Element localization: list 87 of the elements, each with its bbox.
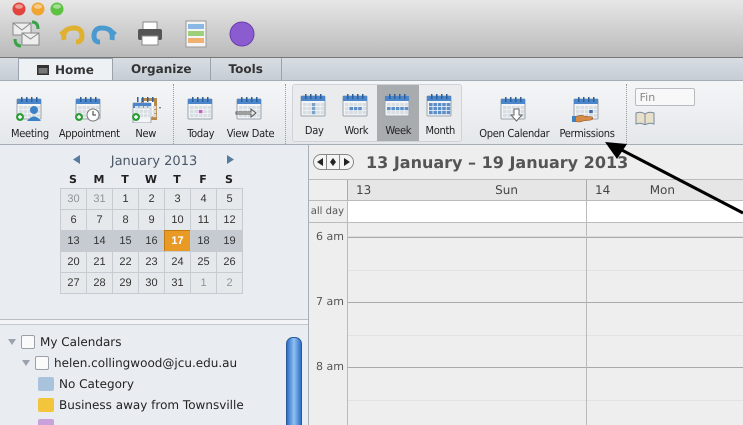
time-slot[interactable]	[586, 237, 743, 302]
today-button[interactable]	[327, 155, 340, 169]
ribbon-button[interactable]: Day	[293, 85, 336, 141]
day-cell[interactable]: 24	[164, 251, 191, 273]
ribbon-button[interactable]: Today	[180, 84, 222, 144]
ribbon-button[interactable]: Appointment	[54, 84, 125, 144]
day-cell[interactable]: 19	[216, 230, 243, 252]
day-cell[interactable]: 29	[112, 272, 139, 294]
day-cell[interactable]: 3	[164, 188, 191, 210]
book-icon[interactable]	[634, 111, 655, 125]
checkbox[interactable]	[21, 334, 35, 348]
time-slot[interactable]	[586, 302, 743, 367]
day-cell[interactable]: 14	[86, 230, 113, 252]
ribbon-button[interactable]: Work	[335, 85, 378, 141]
checkbox[interactable]	[35, 356, 49, 370]
day-cell[interactable]: 7	[86, 209, 113, 231]
day-number: 13	[356, 182, 372, 199]
day-cell[interactable]: 5	[216, 188, 243, 210]
printer-icon[interactable]	[136, 20, 164, 48]
weekday-label: S	[224, 172, 234, 188]
day-cell[interactable]: 31	[164, 272, 191, 294]
close-button[interactable]	[12, 2, 26, 16]
tab[interactable]: Organize	[112, 58, 211, 80]
day-cell[interactable]: 21	[86, 251, 113, 273]
day-cell[interactable]: 15	[112, 230, 139, 252]
weekday-label: S	[68, 172, 78, 188]
day-cell[interactable]: 16	[138, 230, 165, 252]
day-cell[interactable]: 26	[216, 251, 243, 273]
ribbon-button[interactable]: Month	[419, 85, 462, 141]
next-month-button[interactable]	[227, 155, 236, 167]
minimize-button[interactable]	[31, 2, 45, 16]
week-title: 13 January – 19 January 2013	[366, 152, 628, 172]
month-title: January 2013	[110, 154, 198, 168]
diamond-icon	[330, 158, 336, 166]
day-cell[interactable]: 1	[112, 188, 139, 210]
day-cell[interactable]: 23	[138, 251, 165, 273]
day-cell[interactable]: 2	[138, 188, 165, 210]
weekday-label: F	[198, 172, 208, 188]
time-slot[interactable]	[347, 367, 586, 425]
day-cell[interactable]: 27	[60, 272, 87, 294]
ribbon-button[interactable]: New	[124, 84, 167, 144]
tab[interactable]: Home	[18, 58, 113, 80]
right-triangle-icon	[344, 158, 350, 166]
ribbon-button[interactable]: Meeting	[6, 84, 54, 144]
calendar-name[interactable]: helen.collingwood@jcu.edu.au	[54, 356, 238, 370]
time-label: 8 am	[315, 360, 345, 373]
day-cell[interactable]: 10	[164, 209, 191, 231]
day-cell[interactable]: 20	[60, 251, 87, 273]
calendar-name[interactable]: No Category	[59, 376, 134, 390]
tab[interactable]: Tools	[210, 58, 282, 80]
ribbon-button[interactable]: Permissions	[554, 84, 620, 144]
zoom-button[interactable]	[50, 2, 64, 16]
day-cell[interactable]: 4	[190, 188, 217, 210]
day-name: Mon	[650, 182, 675, 199]
left-triangle-icon	[317, 158, 323, 166]
time-label: 6 am	[315, 230, 345, 243]
time-label: 7 am	[315, 295, 345, 308]
ribbon-button[interactable]: Open Calendar	[474, 84, 554, 144]
day-name: Sun	[495, 182, 518, 199]
day-cell[interactable]: 12	[216, 209, 243, 231]
weekday-label: M	[92, 172, 106, 188]
weekday-label: W	[144, 172, 158, 188]
ribbon-button[interactable]: View Date	[222, 84, 280, 144]
day-cell[interactable]: 28	[86, 272, 113, 294]
time-slot[interactable]	[586, 367, 743, 425]
day-cell[interactable]: 13	[60, 230, 87, 252]
search-field[interactable]: Fin	[634, 88, 695, 106]
day-cell[interactable]: 25	[190, 251, 217, 273]
day-cell[interactable]: 9	[138, 209, 165, 231]
day-cell[interactable]: 8	[112, 209, 139, 231]
weekday-label: T	[172, 172, 182, 188]
day-cell[interactable]: 6	[60, 209, 87, 231]
calendar-name[interactable]: Business away from Townsville	[59, 398, 244, 412]
calendar-icon	[37, 64, 49, 75]
envelopes-icon[interactable]	[12, 20, 40, 48]
weekday-label: T	[120, 172, 130, 188]
day-cell[interactable]: 30	[138, 272, 165, 294]
previous-month-button[interactable]	[72, 155, 81, 167]
all-day-label: all day	[310, 205, 345, 219]
day-cell[interactable]: 11	[190, 209, 217, 231]
day-number: 14	[595, 182, 610, 199]
calendar-folder-icon	[130, 95, 161, 123]
day-cell[interactable]: 18	[190, 230, 217, 252]
day-cell[interactable]: 22	[112, 251, 139, 273]
calendar-name[interactable]: My Calendars	[40, 334, 122, 348]
all-day-slot[interactable]	[586, 201, 743, 222]
ribbon-button[interactable]: Week	[377, 85, 420, 141]
